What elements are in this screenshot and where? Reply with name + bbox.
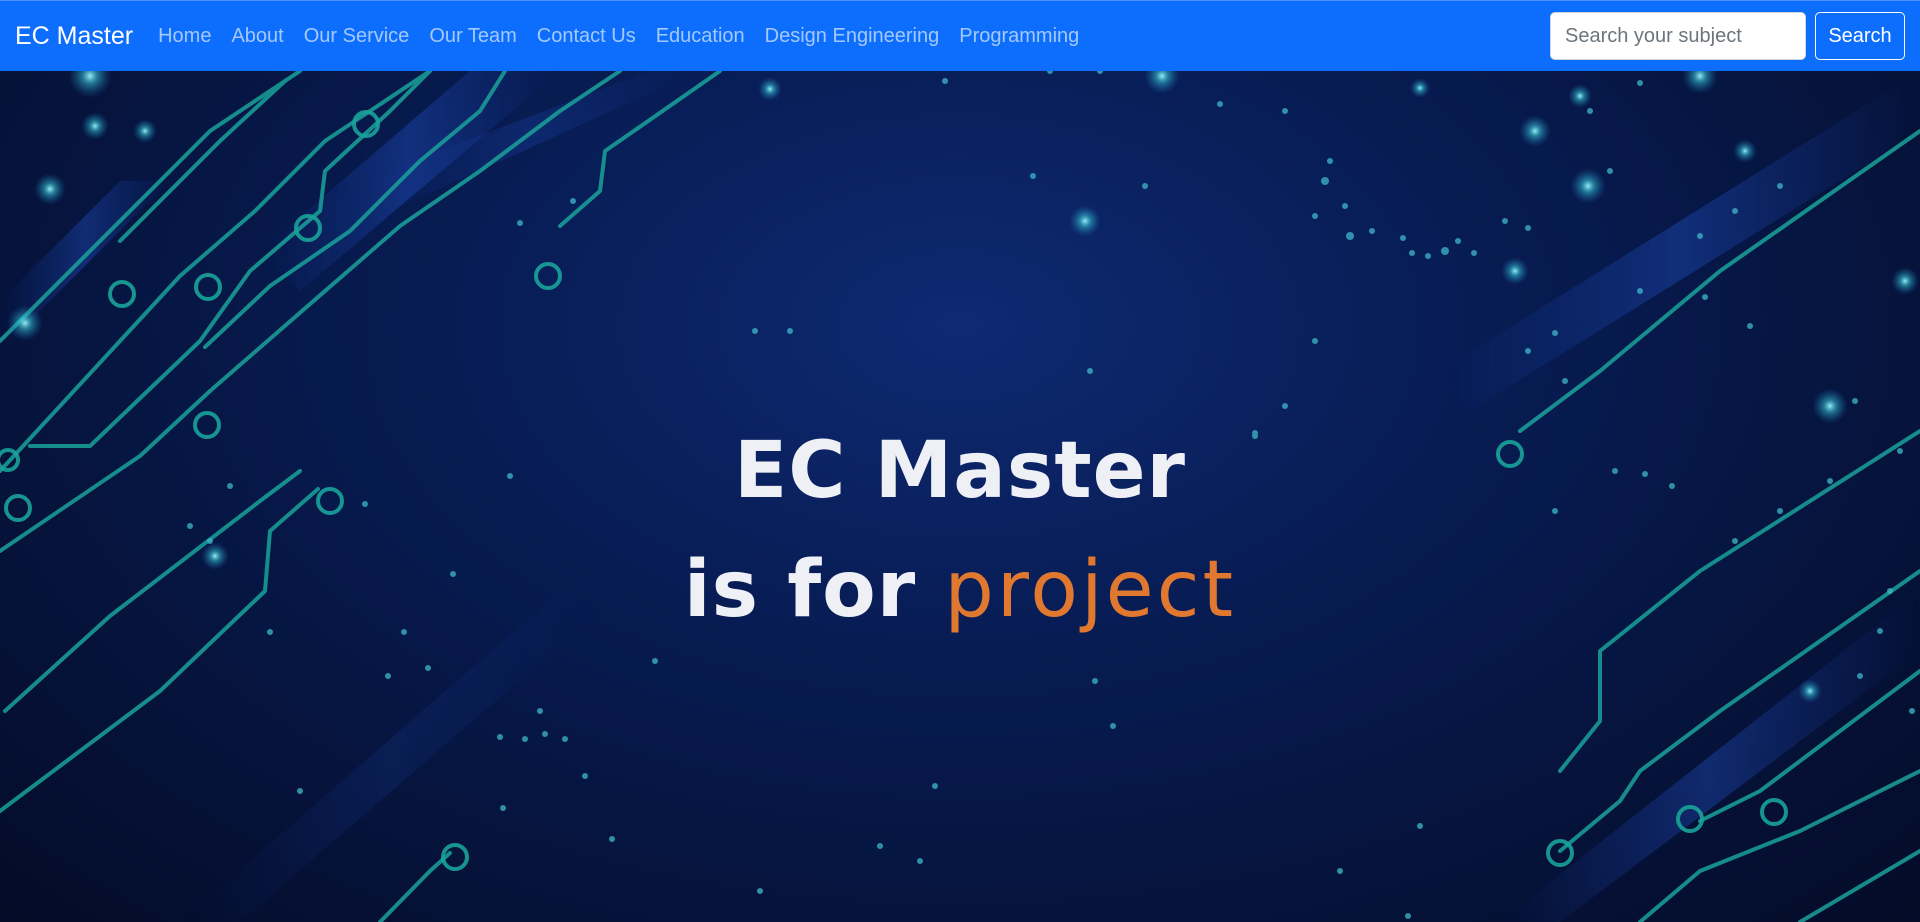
search-form: Search [1550,12,1905,60]
hero-subtitle-prefix: is for [683,545,917,635]
hero-subtitle-accent: project [944,545,1237,635]
hero-title: EC Master [733,426,1186,516]
hero-heading: EC Master is for project [0,411,1920,649]
nav-links: Home About Our Service Our Team Contact … [148,25,1089,48]
nav-link-about[interactable]: About [221,25,293,47]
search-input[interactable] [1550,12,1806,60]
nav-link-education[interactable]: Education [646,25,755,47]
nav-link-our-team[interactable]: Our Team [419,25,526,47]
nav-link-contact-us[interactable]: Contact Us [527,25,646,47]
hero-section: EC Master is for project [0,71,1920,922]
nav-link-our-service[interactable]: Our Service [294,25,420,47]
navbar: EC Master Home About Our Service Our Tea… [0,0,1920,71]
nav-link-design-engineering[interactable]: Design Engineering [755,25,950,47]
hero-subtitle: is for project [0,531,1920,649]
nav-link-programming[interactable]: Programming [949,25,1089,47]
nav-link-home[interactable]: Home [148,25,221,47]
brand-logo[interactable]: EC Master [15,22,133,51]
search-button[interactable]: Search [1815,12,1905,60]
